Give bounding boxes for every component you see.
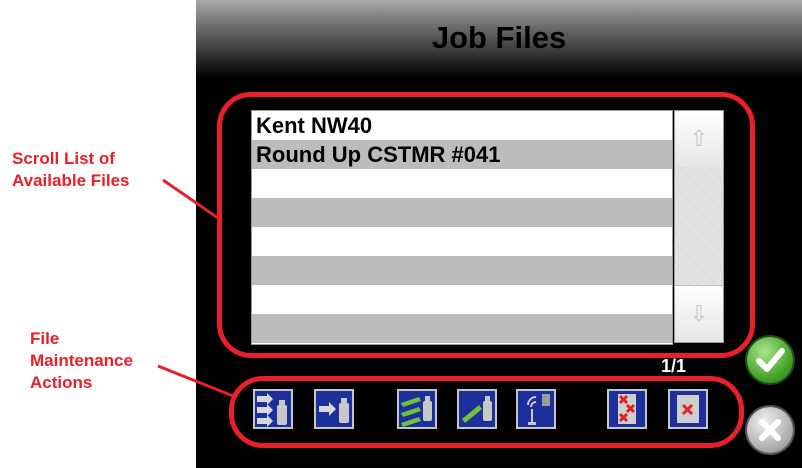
scroll-list-pointer <box>162 178 219 220</box>
annotation-lines <box>157 178 234 398</box>
file-actions-pointer <box>157 364 234 398</box>
